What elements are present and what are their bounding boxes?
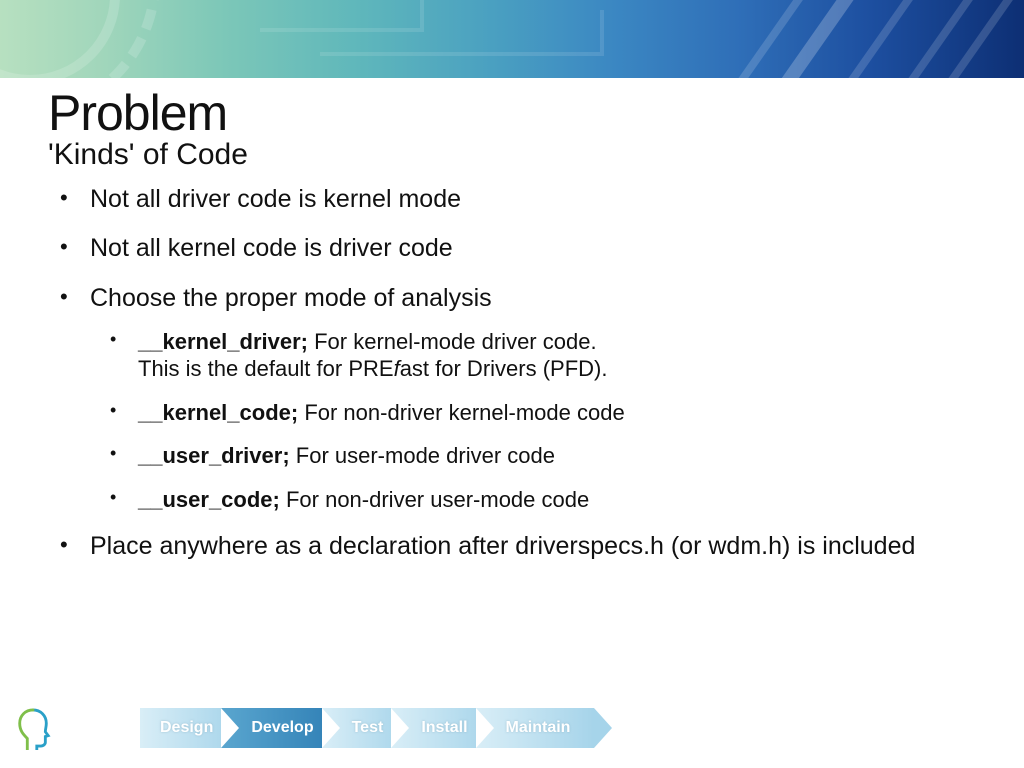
mode-name: __kernel_code; [138,400,298,425]
stage-develop: Develop [221,708,337,748]
stage-maintain: Maintain [476,708,595,748]
sub-bullet-item: __user_code; For non-driver user-mode co… [90,486,976,514]
mode-desc-line2b: ast for Drivers (PFD). [400,356,608,381]
sub-bullet-item: __kernel_driver; For kernel-mode driver … [90,328,976,383]
bullet-item: Place anywhere as a declaration after dr… [48,531,976,562]
mode-desc: For non-driver user-mode code [280,487,589,512]
mode-name: __user_driver; [138,443,290,468]
stage-label: Develop [251,719,313,737]
slide-footer: Design Develop Test Install Maintain [0,700,1024,752]
mode-desc-line2a: This is the default for PRE [138,356,394,381]
mode-name: __user_code; [138,487,280,512]
lifecycle-arrows: Design Develop Test Install Maintain [140,704,594,752]
bullet-item: Choose the proper mode of analysis __ker… [48,283,976,514]
slide-content: Problem 'Kinds' of Code Not all driver c… [0,78,1024,563]
mode-desc: For user-mode driver code [290,443,555,468]
bullet-item: Not all driver code is kernel mode [48,184,976,215]
stage-label: Test [352,719,384,737]
sub-bullet-list: __kernel_driver; For kernel-mode driver … [90,328,976,514]
slide-subtitle: 'Kinds' of Code [48,138,976,172]
sub-bullet-item: __user_driver; For user-mode driver code [90,442,976,470]
bullet-list: Not all driver code is kernel mode Not a… [48,184,976,563]
mode-desc: For non-driver kernel-mode code [298,400,624,425]
stage-label: Install [421,719,467,737]
bullet-text: Choose the proper mode of analysis [90,284,492,312]
mode-name: __kernel_driver; [138,329,308,354]
slide-title: Problem [48,84,976,142]
stage-label: Maintain [506,719,571,737]
stage-label: Design [160,719,213,737]
mode-desc: For kernel-mode driver code. [308,329,597,354]
bullet-item: Not all kernel code is driver code [48,233,976,264]
head-logo-icon [14,706,52,750]
decorative-circuit-overlay [0,0,1024,78]
slide-header-banner [0,0,1024,78]
sub-bullet-item: __kernel_code; For non-driver kernel-mod… [90,399,976,427]
